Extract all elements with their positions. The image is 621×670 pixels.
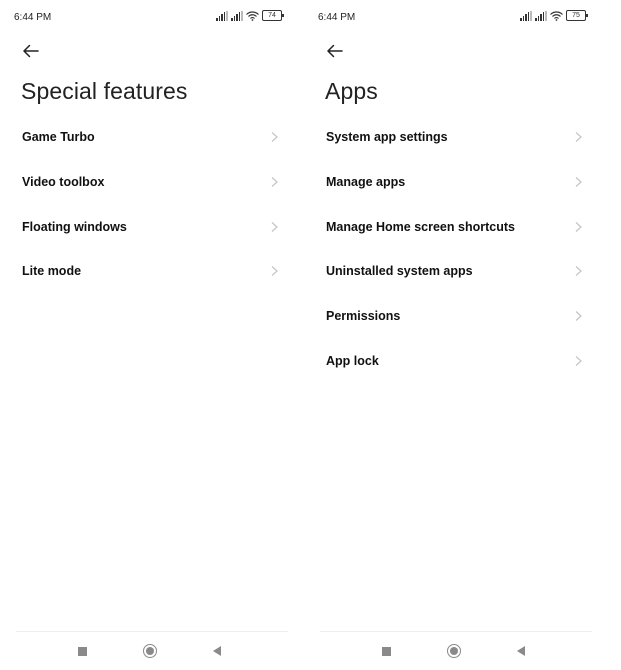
nav-back-button[interactable] (510, 640, 532, 662)
settings-list: System app settings Manage apps Manage H… (304, 115, 594, 383)
wifi-icon (550, 10, 563, 21)
chevron-right-icon (271, 221, 278, 232)
menu-item-permissions[interactable]: Permissions (304, 294, 594, 339)
triangle-left-icon (213, 646, 221, 656)
menu-item-label: Lite mode (22, 264, 82, 279)
chevron-right-icon (575, 311, 582, 322)
phone-screen-apps: 6:44 PM 75 Apps System app settings Mana… (304, 0, 594, 670)
menu-item-label: Permissions (326, 309, 401, 324)
status-time: 6:44 PM (318, 12, 356, 23)
menu-item-label: System app settings (326, 130, 448, 145)
status-icons: 74 (216, 10, 284, 21)
arrow-left-icon (322, 38, 348, 64)
settings-list: Game Turbo Video toolbox Floating window… (0, 115, 290, 294)
arrow-left-icon (18, 38, 44, 64)
chevron-right-icon (575, 221, 582, 232)
circle-icon (447, 644, 461, 658)
chevron-right-icon (271, 177, 278, 188)
menu-item-label: App lock (326, 353, 379, 368)
battery-icon: 75 (566, 10, 588, 21)
navigation-bar (0, 640, 290, 662)
battery-icon: 74 (262, 10, 284, 21)
signal-icon (231, 10, 243, 21)
menu-item-uninstalled-system-apps[interactable]: Uninstalled system apps (304, 249, 594, 294)
menu-item-manage-apps[interactable]: Manage apps (304, 160, 594, 205)
home-button[interactable] (139, 640, 161, 662)
menu-item-label: Game Turbo (22, 130, 95, 145)
wifi-icon (246, 10, 259, 21)
status-time: 6:44 PM (14, 12, 52, 23)
menu-item-label: Floating windows (22, 219, 127, 234)
circle-icon (143, 644, 157, 658)
signal-icon (216, 10, 229, 21)
recents-button[interactable] (375, 640, 397, 662)
square-icon (381, 646, 391, 656)
nav-divider (320, 631, 592, 632)
menu-item-video-toolbox[interactable]: Video toolbox (0, 160, 290, 205)
home-button[interactable] (443, 640, 465, 662)
recents-button[interactable] (71, 640, 93, 662)
menu-item-system-app-settings[interactable]: System app settings (304, 115, 594, 160)
menu-item-app-lock[interactable]: App lock (304, 338, 594, 383)
menu-item-lite-mode[interactable]: Lite mode (0, 249, 290, 294)
menu-item-home-screen-shortcuts[interactable]: Manage Home screen shortcuts (304, 204, 594, 249)
chevron-right-icon (271, 266, 278, 277)
chevron-right-icon (575, 132, 582, 143)
menu-item-label: Uninstalled system apps (326, 264, 473, 279)
nav-back-button[interactable] (206, 640, 228, 662)
chevron-right-icon (575, 355, 582, 366)
triangle-left-icon (517, 646, 525, 656)
signal-icon (520, 10, 533, 21)
status-bar: 6:44 PM 75 (304, 9, 594, 27)
phone-screen-special-features: 6:44 PM 74 Special features Game Turbo V… (0, 0, 290, 670)
menu-item-label: Video toolbox (22, 175, 105, 190)
menu-item-label: Manage Home screen shortcuts (326, 219, 515, 234)
back-button[interactable] (18, 38, 44, 64)
chevron-right-icon (575, 266, 582, 277)
chevron-right-icon (271, 132, 278, 143)
back-button[interactable] (322, 38, 348, 64)
status-bar: 6:44 PM 74 (0, 9, 290, 27)
menu-item-floating-windows[interactable]: Floating windows (0, 204, 290, 249)
square-icon (77, 646, 87, 656)
page-title: Special features (21, 78, 188, 104)
chevron-right-icon (575, 177, 582, 188)
signal-icon (535, 10, 547, 21)
status-icons: 75 (520, 10, 588, 21)
page-title: Apps (325, 78, 378, 104)
nav-divider (16, 631, 288, 632)
menu-item-game-turbo[interactable]: Game Turbo (0, 115, 290, 160)
menu-item-label: Manage apps (326, 175, 406, 190)
navigation-bar (304, 640, 594, 662)
